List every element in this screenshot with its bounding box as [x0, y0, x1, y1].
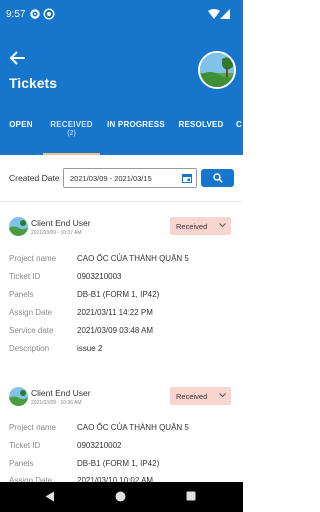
settings-gear-icon — [30, 9, 40, 19]
tab-in-progress-label: IN PROGRESS — [107, 120, 165, 129]
field-value: issue 2 — [77, 344, 103, 353]
landscape-avatar-icon — [200, 53, 234, 87]
nav-back-icon[interactable] — [45, 491, 55, 502]
status-value: Received — [176, 222, 208, 231]
date-range-value: 2021/03/09 - 2021/03/15 — [70, 174, 152, 183]
search-icon — [213, 173, 223, 183]
field-key: Project name — [9, 423, 57, 432]
field-value: 0903210002 — [77, 441, 122, 450]
tab-received[interactable]: RECEIVED (2) — [43, 114, 100, 155]
tab-open-label: OPEN — [9, 120, 33, 129]
system-nav-bar — [0, 482, 243, 512]
field-value: 2021/03/09 03:48 AM — [77, 326, 154, 335]
user-avatar — [9, 387, 28, 406]
field-key: Description — [9, 344, 50, 353]
tab-open[interactable]: OPEN — [0, 114, 42, 155]
section-divider — [0, 201, 243, 202]
tab-received-label: RECEIVED — [50, 120, 93, 129]
nav-home-icon[interactable] — [115, 491, 126, 502]
status-time: 9:57 — [6, 9, 26, 20]
field-key: Assign Date — [9, 308, 53, 317]
status-bar: 9:57 — [0, 0, 243, 30]
app-notification-icon — [43, 8, 55, 20]
tab-received-count: (2) — [67, 130, 76, 137]
field-key: Ticket ID — [9, 272, 41, 281]
field-key: Service date — [9, 326, 54, 335]
app-header: Tickets OPEN RECEIVED (2) IN PROGRESS RE… — [0, 30, 243, 155]
back-arrow-icon[interactable] — [9, 50, 27, 66]
date-range-field[interactable]: 2021/03/09 - 2021/03/15 — [63, 168, 197, 188]
field-key: Panels — [9, 290, 34, 299]
ticket-created-date: 2021/03/09 - 10:36 AM — [31, 400, 82, 406]
status-value: Received — [176, 392, 208, 401]
tab-closed-label: C — [236, 120, 242, 129]
chevron-down-icon — [219, 223, 226, 228]
field-key: Project name — [9, 254, 57, 263]
ticket-user-name: Client End User — [31, 388, 91, 398]
ticket-created-date: 2021/03/09 - 10:37 AM — [31, 230, 82, 236]
field-key: Ticket ID — [9, 441, 41, 450]
profile-avatar[interactable] — [198, 51, 236, 89]
status-dropdown[interactable]: Received — [170, 387, 231, 405]
chevron-down-icon — [219, 393, 226, 398]
created-date-label: Created Date — [9, 173, 60, 183]
nav-recents-icon[interactable] — [186, 491, 196, 501]
field-value: DB-B1 (FORM 1, IP42) — [77, 290, 160, 299]
page-title: Tickets — [9, 75, 57, 91]
landscape-avatar-icon — [9, 387, 28, 406]
tab-active-indicator — [43, 153, 100, 155]
calendar-icon — [182, 174, 192, 183]
date-filter: Created Date 2021/03/09 - 2021/03/15 — [0, 166, 243, 192]
tab-resolved-label: RESOLVED — [178, 120, 224, 129]
field-value: CAO ỐC CỦA THÀNH QUẬN 5 — [77, 254, 189, 263]
signal-icon — [220, 9, 230, 19]
field-value: 0903210003 — [77, 272, 122, 281]
field-value: DB-B1 (FORM 1, IP42) — [77, 459, 160, 468]
field-value: CAO ỐC CỦA THÀNH QUẬN 5 — [77, 423, 189, 432]
status-dropdown[interactable]: Received — [170, 217, 231, 235]
ticket-tabs: OPEN RECEIVED (2) IN PROGRESS RESOLVED C — [0, 114, 243, 155]
field-value: 2021/03/11 14:22 PM — [77, 308, 153, 317]
user-avatar — [9, 217, 28, 236]
tab-in-progress[interactable]: IN PROGRESS — [104, 114, 168, 155]
search-button[interactable] — [201, 169, 234, 187]
landscape-avatar-icon — [9, 217, 28, 236]
tab-resolved[interactable]: RESOLVED — [176, 114, 226, 155]
ticket-user-name: Client End User — [31, 218, 91, 228]
field-key: Panels — [9, 459, 34, 468]
tab-closed-partial[interactable]: C — [236, 114, 246, 155]
